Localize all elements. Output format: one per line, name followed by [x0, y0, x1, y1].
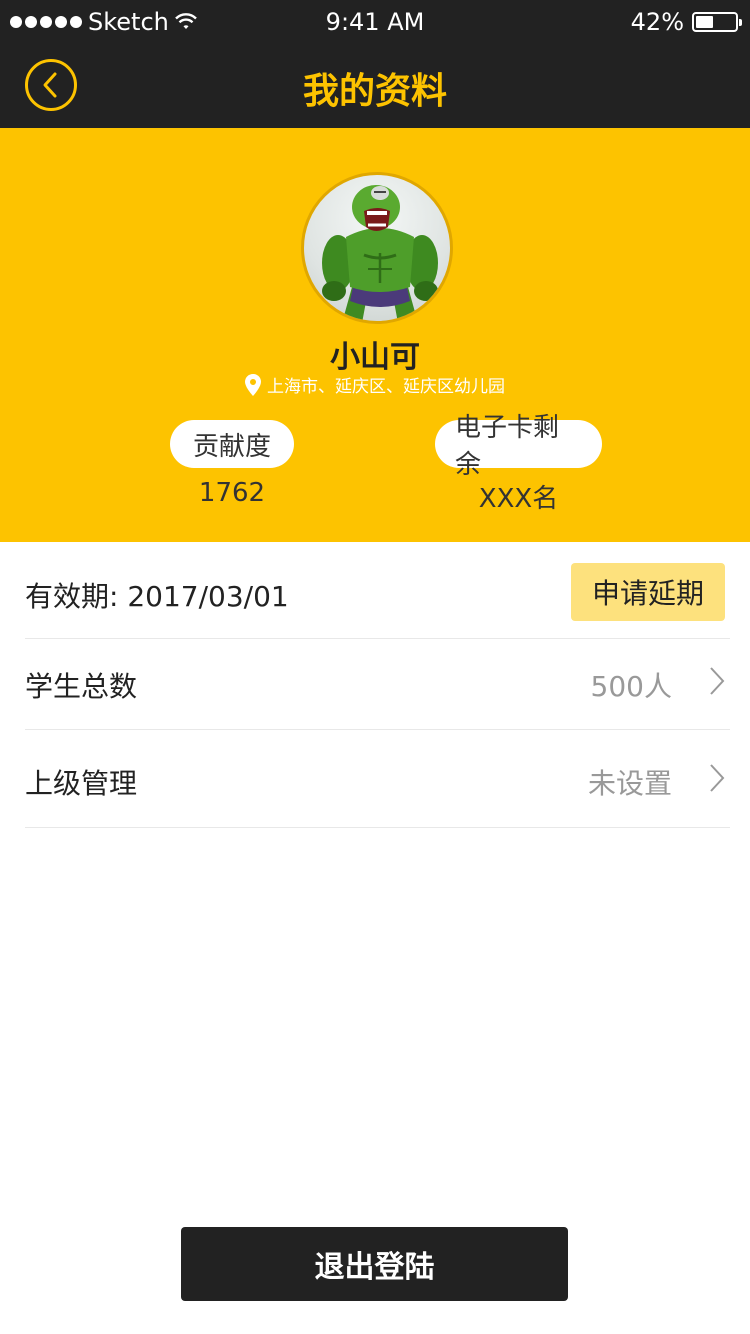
superior-label: 上级管理 — [25, 767, 138, 800]
battery-icon — [692, 12, 742, 32]
nav-bar: 我的资料 — [0, 44, 750, 128]
avatar-image — [322, 185, 438, 321]
chevron-right-icon — [710, 764, 725, 792]
page-title: 我的资料 — [302, 71, 447, 112]
ecard-remaining-label: 电子卡剩余 — [435, 413, 602, 480]
logout-button[interactable]: 退出登陆 — [181, 1227, 568, 1301]
location: 上海市、延庆区、延庆区幼儿园 — [0, 372, 750, 397]
student-count-value: 500人 — [590, 670, 672, 703]
student-count-row[interactable]: 学生总数 500人 — [25, 639, 730, 730]
apply-extension-button[interactable]: 申请延期 — [571, 563, 725, 621]
contribution-value: 1762 — [198, 478, 266, 508]
ecard-remaining-value: XXX名 — [478, 484, 559, 514]
contribution-label: 贡献度 — [170, 420, 294, 468]
validity-label: 有效期: 2017/03/01 — [25, 580, 289, 613]
superior-row[interactable]: 上级管理 未设置 — [25, 730, 730, 828]
chevron-right-icon — [710, 667, 725, 695]
map-pin-icon — [245, 373, 261, 396]
student-count-label: 学生总数 — [25, 670, 138, 703]
superior-value: 未设置 — [587, 767, 672, 800]
status-right: 42% — [630, 8, 742, 36]
status-bar: Sketch 9:41 AM 42% — [0, 0, 750, 44]
location-text: 上海市、延庆区、延庆区幼儿园 — [267, 377, 505, 397]
battery-percent: 42% — [630, 8, 684, 36]
validity-row: 有效期: 2017/03/01 申请延期 — [25, 543, 730, 639]
profile-header: 小山可 上海市、延庆区、延庆区幼儿园 贡献度 1762 电子卡剩余 XXX名 — [0, 128, 750, 542]
user-name: 小山可 — [330, 340, 420, 375]
avatar[interactable] — [301, 172, 453, 324]
